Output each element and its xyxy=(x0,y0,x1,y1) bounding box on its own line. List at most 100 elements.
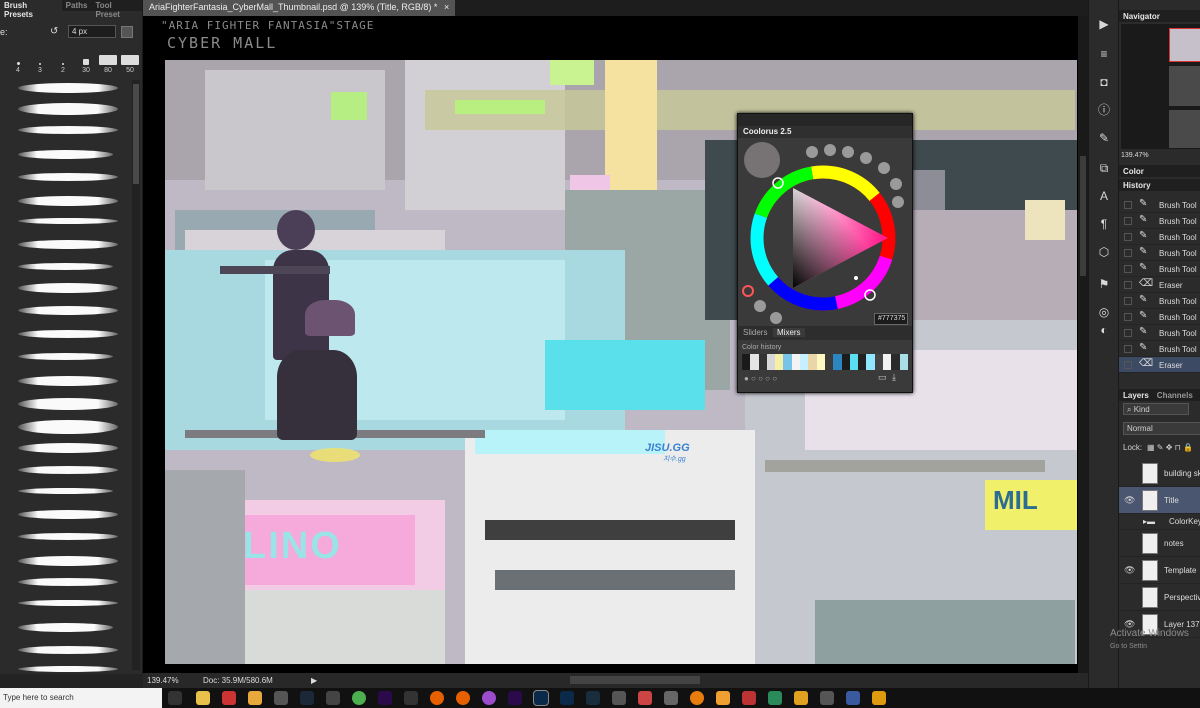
tab-channels[interactable]: Channels xyxy=(1157,391,1193,400)
layer-group-row[interactable]: ▸▬ ColorKey xyxy=(1119,514,1200,530)
taskbar-search[interactable]: Type here to search xyxy=(0,688,162,708)
tab-paths[interactable]: Paths xyxy=(62,0,92,11)
history-item[interactable]: ✎ Brush Tool xyxy=(1119,293,1200,309)
history-tab[interactable]: History xyxy=(1119,179,1200,191)
actions-icon[interactable]: ⚑ xyxy=(1095,276,1113,292)
app-icon[interactable] xyxy=(820,691,834,705)
history-item[interactable]: ✎ Brush Tool xyxy=(1119,245,1200,261)
brush-preset[interactable]: 4 xyxy=(8,62,28,74)
clone-icon[interactable]: ⧉ xyxy=(1095,160,1113,176)
app-icon[interactable] xyxy=(248,691,262,705)
size-input[interactable] xyxy=(68,25,116,38)
app-icon[interactable] xyxy=(482,691,496,705)
layer-row[interactable]: Perspective xyxy=(1119,584,1200,611)
app-icon[interactable] xyxy=(612,691,626,705)
firefox-icon[interactable] xyxy=(430,691,444,705)
blend-mode-select[interactable]: Normal xyxy=(1123,422,1200,435)
navigator-header[interactable]: Navigator xyxy=(1119,10,1200,22)
navigator-zoom[interactable]: 139.47% xyxy=(1121,152,1149,159)
app-icon[interactable] xyxy=(222,691,236,705)
history-item[interactable]: ✎ Brush Tool xyxy=(1119,213,1200,229)
color-history-swatches[interactable] xyxy=(742,354,908,370)
layer-row-selected[interactable]: 👁 Title xyxy=(1119,487,1200,514)
history-page-dots[interactable]: ● ○ ○ ○ ○ xyxy=(744,374,777,383)
save-icon[interactable]: ⤓ xyxy=(892,372,896,383)
history-item[interactable]: ✎ Brush Tool xyxy=(1119,325,1200,341)
adjust-icon[interactable]: ◘ xyxy=(1095,74,1113,90)
tab-mixers[interactable]: Mixers xyxy=(773,328,805,337)
tab-brush-presets[interactable]: Brush Presets xyxy=(0,0,62,19)
paragraph-icon[interactable]: ¶ xyxy=(1095,216,1113,232)
info-icon[interactable]: ⓘ xyxy=(1095,102,1113,118)
panel-drag-bar[interactable] xyxy=(738,114,912,126)
app-icon[interactable] xyxy=(638,691,652,705)
brush-preset[interactable]: 2 xyxy=(53,63,73,74)
history-item[interactable]: ✎ Brush Tool xyxy=(1119,309,1200,325)
tab-sliders[interactable]: Sliders xyxy=(743,328,767,337)
app-icon[interactable] xyxy=(664,691,678,705)
chrome-icon[interactable] xyxy=(352,691,366,705)
canvas-horizontal-scrollbar[interactable] xyxy=(570,676,700,684)
brush-settings-icon[interactable]: ✎ xyxy=(1095,130,1113,146)
color-wheel[interactable] xyxy=(738,138,912,326)
brush-list-scrollbar[interactable] xyxy=(132,80,140,670)
lock-icons[interactable]: ▦ ✎ ✥ ⊓ 🔒 xyxy=(1147,443,1193,452)
history-item[interactable]: ✎ Brush Tool xyxy=(1119,229,1200,245)
artwork[interactable]: LINO JISU.GG 지수.gg MIL xyxy=(165,60,1077,664)
blender-icon[interactable] xyxy=(690,691,704,705)
app-icon[interactable] xyxy=(768,691,782,705)
brush-preset[interactable]: 3 xyxy=(30,63,50,74)
steam-icon[interactable] xyxy=(300,691,314,705)
kind-filter[interactable]: ⌕ Kind xyxy=(1123,403,1189,415)
brush-preset[interactable]: 80 xyxy=(98,55,118,74)
app-icon[interactable] xyxy=(716,691,730,705)
lightroom-icon[interactable] xyxy=(586,691,600,705)
history-item[interactable]: ⌫ Eraser xyxy=(1119,277,1200,293)
history-item-current[interactable]: ⌫ Eraser xyxy=(1119,357,1200,373)
close-icon[interactable]: × xyxy=(444,2,449,12)
history-item[interactable]: ✎ Brush Tool xyxy=(1119,197,1200,213)
after-effects-icon[interactable] xyxy=(378,691,392,705)
layer-row[interactable]: building sk xyxy=(1119,460,1200,487)
hex-input[interactable]: #777375 xyxy=(874,313,908,325)
reset-size-icon[interactable]: ↺ xyxy=(50,26,58,37)
folder-icon[interactable]: ▭ xyxy=(878,372,887,383)
premiere-icon[interactable] xyxy=(508,691,522,705)
status-arrow-icon[interactable]: ▶ xyxy=(311,676,317,685)
styles-icon[interactable]: ◐ xyxy=(1095,322,1113,338)
app-icon[interactable] xyxy=(326,691,340,705)
firefox-icon[interactable] xyxy=(456,691,470,705)
photoshop-icon[interactable] xyxy=(533,690,549,706)
brush-stroke-list[interactable] xyxy=(0,78,130,680)
canvas-area[interactable]: "ARIA FIGHTER FANTASIA"STAGE CYBER MALL xyxy=(143,16,1088,673)
play-icon[interactable]: ▶ xyxy=(1095,16,1113,32)
document-tab[interactable]: AriaFighterFantasia_CyberMall_Thumbnail.… xyxy=(143,0,456,16)
canvas-vertical-scrollbar[interactable] xyxy=(1078,16,1088,673)
zoom-level[interactable]: 139.47% xyxy=(147,676,179,685)
app-icon[interactable] xyxy=(274,691,288,705)
new-preset-icon[interactable] xyxy=(121,26,133,38)
handwritten-stage-name: CYBER MALL xyxy=(167,34,278,52)
task-view-icon[interactable] xyxy=(168,691,182,705)
app-icon[interactable] xyxy=(742,691,756,705)
3d-icon[interactable]: ⬡ xyxy=(1095,244,1113,260)
layer-row[interactable]: 👁 Template xyxy=(1119,557,1200,584)
timeline-icon[interactable]: ≡ xyxy=(1095,46,1113,62)
explorer-icon[interactable] xyxy=(196,691,210,705)
history-item[interactable]: ✎ Brush Tool xyxy=(1119,341,1200,357)
photoshop-icon[interactable] xyxy=(560,691,574,705)
history-item[interactable]: ✎ Brush Tool xyxy=(1119,261,1200,277)
paths-icon[interactable]: ◎ xyxy=(1095,304,1113,320)
character-icon[interactable]: A xyxy=(1095,188,1113,204)
layer-row[interactable]: notes xyxy=(1119,530,1200,557)
tab-tool-preset[interactable]: Tool Preset xyxy=(91,0,142,19)
color-tab[interactable]: Color xyxy=(1119,165,1200,177)
brush-preset[interactable]: 50 xyxy=(120,55,140,74)
app-icon[interactable] xyxy=(872,691,886,705)
app-icon[interactable] xyxy=(404,691,418,705)
app-icon[interactable] xyxy=(846,691,860,705)
tab-layers[interactable]: Layers xyxy=(1123,391,1149,400)
brush-preset[interactable]: 30 xyxy=(76,59,96,74)
navigator-thumbnail[interactable] xyxy=(1121,24,1200,149)
app-icon[interactable] xyxy=(794,691,808,705)
